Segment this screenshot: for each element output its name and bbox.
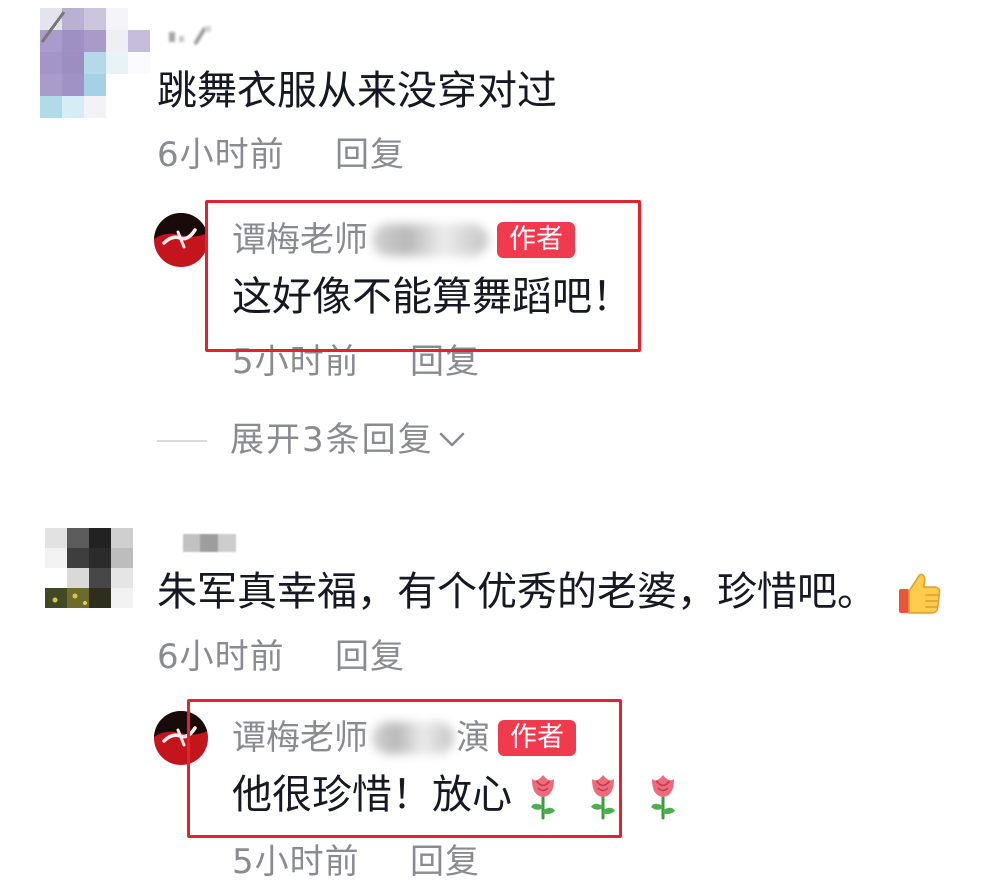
username-redacted[interactable] [372,224,488,256]
comment-time: 6小时前 [157,135,285,175]
expand-replies-label: 展开3条回复 [230,420,434,460]
comment-text-row: 跳舞衣服从来没穿对过 [157,66,557,116]
author-badge: 作者 [498,720,576,756]
reply-button[interactable]: 回复 [335,133,405,177]
reply-time: 5小时前 [232,842,360,882]
avatar[interactable] [154,213,208,267]
reply-text-row: 他很珍惜！放心 [232,770,682,820]
reply-button[interactable]: 回复 [335,635,405,679]
reply-meta: 5小时前 回复 [232,340,480,384]
avatar[interactable] [40,8,150,118]
expand-replies-button[interactable]: 展开3条回复 [230,418,466,462]
avatar-image [154,213,208,267]
thumbs-up-icon [895,567,945,617]
username-redacted[interactable] [183,532,237,558]
comment-meta: 6小时前 回复 [157,133,405,177]
redaction-marks [169,26,211,46]
avatar-image [45,528,133,608]
comment-text: 朱军真幸福，有个优秀的老婆，珍惜吧。 [157,569,877,615]
reply-meta: 5小时前 回复 [232,840,480,884]
expand-divider [157,440,207,442]
reply-time: 5小时前 [232,342,360,382]
comment-text-row: 朱军真幸福，有个优秀的老婆，珍惜吧。 [157,567,945,617]
comment-text: 跳舞衣服从来没穿对过 [157,68,557,114]
comment-meta: 6小时前 回复 [157,635,405,679]
reply-button[interactable]: 回复 [410,340,480,384]
avatar[interactable] [45,528,133,608]
avatar[interactable] [154,711,208,765]
reply-button[interactable]: 回复 [410,840,480,884]
comment-time: 6小时前 [157,637,285,677]
rose-icon [584,770,622,820]
reply-username[interactable]: 谭梅老师 [232,718,368,758]
reply-username-row: 谭梅老师 作者 [232,220,575,260]
comment-section: 跳舞衣服从来没穿对过 6小时前 回复 谭梅老师 作者 这好像不能算舞蹈吧！ 5小… [0,0,1000,896]
reply-text: 这好像不能算舞蹈吧！ [232,274,632,320]
rose-icon [524,770,562,820]
avatar-image [154,711,208,765]
reply-username[interactable]: 谭梅老师 [232,220,368,260]
reply-text-row: 这好像不能算舞蹈吧！ [232,272,632,322]
rose-icon [644,770,682,820]
avatar-image [40,8,150,118]
chevron-down-icon [439,432,464,447]
author-badge: 作者 [497,222,575,258]
username-redacted[interactable] [372,722,454,754]
reply-username-row: 谭梅老师 演 作者 [232,718,576,758]
reply-username-tail[interactable]: 演 [456,718,490,758]
redaction-marks [183,534,236,552]
username-redacted[interactable] [165,22,213,54]
reply-text: 他很珍惜！放心 [232,772,512,818]
